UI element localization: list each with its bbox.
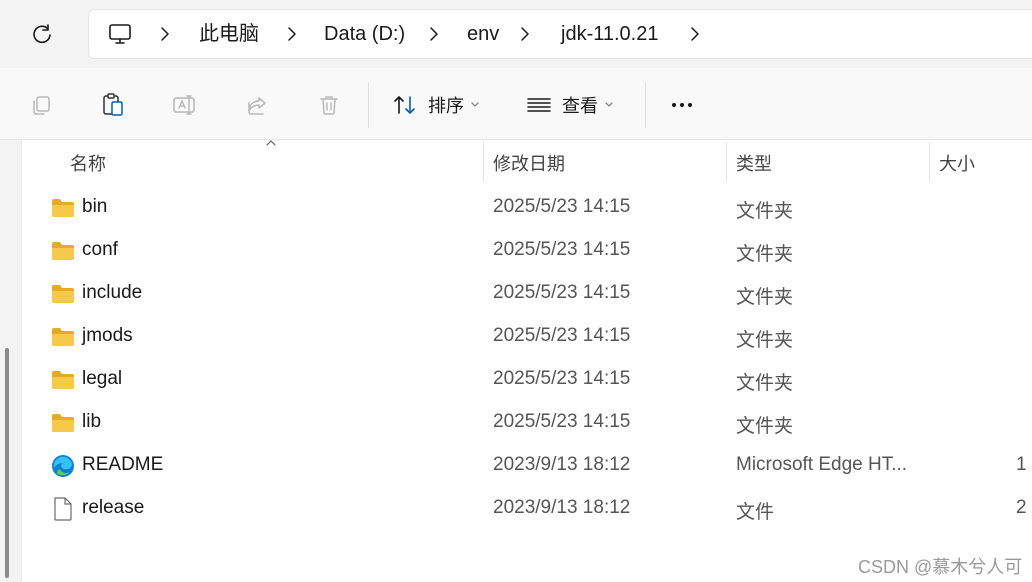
share-icon[interactable]: [242, 90, 272, 120]
folder-icon: [50, 282, 76, 306]
breadcrumb-item-drive[interactable]: Data (D:): [324, 22, 405, 46]
vertical-scrollbar[interactable]: [5, 348, 9, 578]
file-type: 文件夹: [736, 244, 794, 265]
file-name: lib: [82, 411, 102, 432]
file-name: release: [82, 497, 145, 518]
file-type: Microsoft Edge HT...: [736, 454, 908, 475]
file-row[interactable]: lib 2025/5/23 14:15 文件夹: [40, 403, 1032, 443]
refresh-icon: [33, 24, 51, 44]
folder-icon: [50, 325, 76, 349]
file-date: 2025/5/23 14:15: [493, 282, 631, 303]
sort-icon: [394, 96, 415, 114]
paste-icon[interactable]: [98, 90, 128, 120]
breadcrumb[interactable]: 此电脑 Data (D:) env jdk-11.0.21: [88, 9, 1032, 59]
file-type: 文件夹: [736, 201, 794, 222]
chevron-right-icon[interactable]: [157, 23, 173, 45]
file-row[interactable]: release 2023/9/13 18:12 文件 2: [40, 489, 1032, 529]
more-dot-icon: [688, 103, 692, 107]
column-header-row: 名称 修改日期 类型 大小: [0, 140, 1032, 182]
file-date: 2025/5/23 14:15: [493, 325, 631, 346]
file-date: 2025/5/23 14:15: [493, 196, 631, 217]
chevron-right-icon[interactable]: [426, 23, 442, 45]
file-icon: [50, 497, 76, 521]
more-dot-icon: [680, 103, 684, 107]
sort-button[interactable]: 排序: [392, 88, 480, 122]
navigation-pane-edge: [0, 140, 22, 582]
column-divider[interactable]: [929, 142, 930, 182]
file-date: 2025/5/23 14:15: [493, 239, 631, 260]
chevron-right-icon[interactable]: [284, 23, 300, 45]
toolbar-divider: [645, 82, 646, 128]
watermark: CSDN @慕木兮人可: [858, 557, 1023, 577]
column-header-type[interactable]: 类型: [736, 150, 772, 176]
chevron-down-icon: [604, 101, 614, 109]
file-type: 文件夹: [736, 330, 794, 351]
column-divider[interactable]: [483, 142, 484, 182]
file-type: 文件夹: [736, 416, 794, 437]
folder-icon: [50, 411, 76, 435]
address-bar-row: 此电脑 Data (D:) env jdk-11.0.21: [0, 0, 1032, 68]
this-pc-icon[interactable]: [107, 21, 133, 47]
file-row[interactable]: conf 2025/5/23 14:15 文件夹: [40, 231, 1032, 271]
folder-icon: [50, 368, 76, 392]
chevron-down-icon: [470, 101, 480, 109]
file-name: bin: [82, 196, 108, 217]
file-type: 文件夹: [736, 287, 794, 308]
file-row[interactable]: jmods 2025/5/23 14:15 文件夹: [40, 317, 1032, 357]
file-row[interactable]: include 2025/5/23 14:15 文件夹: [40, 274, 1032, 314]
refresh-button[interactable]: [22, 14, 62, 54]
file-date: 2025/5/23 14:15: [493, 368, 631, 389]
file-name: jmods: [82, 325, 133, 346]
file-size: 2: [1016, 497, 1027, 518]
file-name: include: [82, 282, 143, 303]
sort-label: 排序: [428, 96, 464, 116]
rename-icon[interactable]: [170, 90, 200, 120]
column-header-name[interactable]: 名称: [70, 150, 106, 176]
chevron-right-icon[interactable]: [517, 23, 533, 45]
view-label: 查看: [562, 96, 598, 116]
edge-html-icon: [50, 454, 76, 478]
column-divider[interactable]: [726, 142, 727, 182]
file-date: 2025/5/23 14:15: [493, 411, 631, 432]
column-header-date[interactable]: 修改日期: [493, 150, 565, 176]
folder-icon: [50, 196, 76, 220]
more-dot-icon: [672, 103, 676, 107]
file-row[interactable]: README 2023/9/13 18:12 Microsoft Edge HT…: [40, 446, 1032, 486]
file-name: legal: [82, 368, 123, 389]
file-type: 文件: [736, 502, 775, 523]
more-options-button[interactable]: [664, 90, 700, 120]
view-button[interactable]: 查看: [526, 88, 614, 122]
file-row[interactable]: legal 2025/5/23 14:15 文件夹: [40, 360, 1032, 400]
command-bar: 排序 查看: [0, 68, 1032, 140]
file-name: conf: [82, 239, 118, 260]
file-date: 2023/9/13 18:12: [493, 497, 631, 518]
folder-icon: [50, 239, 76, 263]
toolbar-divider: [368, 82, 369, 128]
breadcrumb-item-jdk[interactable]: jdk-11.0.21: [561, 22, 658, 46]
file-type: 文件夹: [736, 373, 794, 394]
file-name: README: [82, 454, 164, 475]
column-header-size[interactable]: 大小: [939, 150, 975, 176]
file-size: 1: [1016, 454, 1027, 475]
breadcrumb-item-env[interactable]: env: [467, 22, 499, 46]
file-row[interactable]: bin 2025/5/23 14:15 文件夹: [40, 188, 1032, 228]
breadcrumb-item-this-pc[interactable]: 此电脑: [199, 22, 259, 46]
file-date: 2023/9/13 18:12: [493, 454, 631, 475]
chevron-right-icon[interactable]: [687, 23, 703, 45]
view-list-icon: [527, 98, 551, 112]
copy-icon[interactable]: [26, 90, 56, 120]
delete-icon[interactable]: [314, 90, 344, 120]
